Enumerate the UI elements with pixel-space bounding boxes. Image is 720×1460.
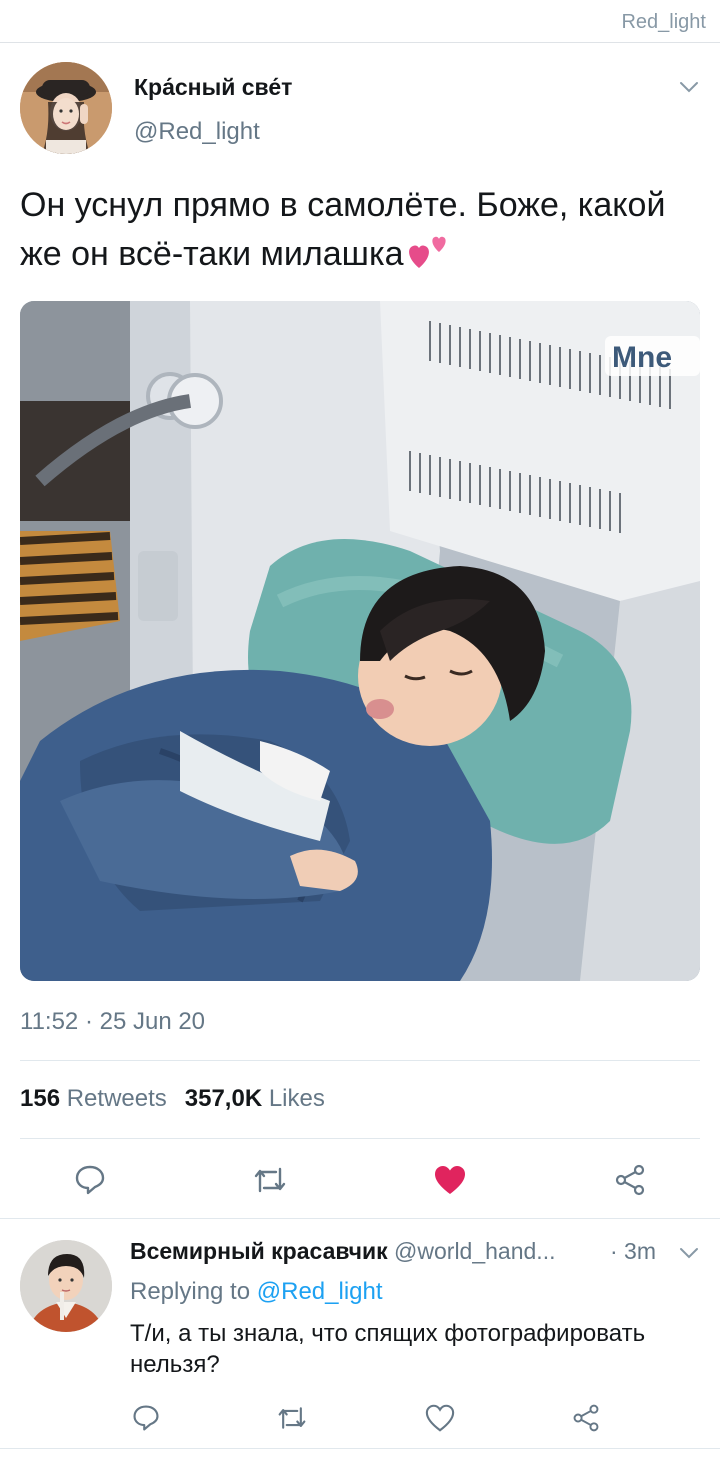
reply-text: Т/и, а ты знала, что спящих фотографиров… [130,1320,646,1378]
chevron-down-icon[interactable] [678,76,700,98]
share-icon[interactable] [610,1160,650,1200]
tweet-timestamp[interactable]: 11:52 · 25 Jun 20 [20,1008,205,1036]
author-handle[interactable]: @Red_light [134,118,260,146]
heart-icon[interactable] [430,1160,470,1200]
two-hearts-icon [405,228,453,284]
top-bar: Red_light [0,0,720,43]
retweets-label: Retweets [66,1085,167,1112]
reply-icon[interactable] [126,1398,166,1438]
tweet-text: Он уснул прямо в самолёте. Боже, какой ж… [20,182,680,284]
reply-action-bar [0,1398,720,1438]
chevron-down-icon[interactable] [678,1242,700,1264]
retweets-stat[interactable]: 156 Retweets [20,1085,167,1112]
replying-to-mention[interactable]: @Red_light [257,1278,383,1305]
tweet-media-image[interactable]: Mne [20,301,700,981]
likes-label: Likes [268,1085,325,1112]
divider [20,1138,700,1139]
divider [0,1218,720,1219]
author-name[interactable]: Кра́сный све́т [134,74,292,101]
reply-author-handle[interactable]: @world_hand... [394,1238,555,1264]
tweet-action-bar [0,1156,720,1204]
replying-prefix: Replying to [130,1278,251,1305]
tweet-text-body: Он уснул прямо в самолёте. Боже, какой ж… [20,186,666,273]
likes-count: 357,0K [184,1085,263,1112]
tweet-stats: 156 Retweets 357,0K Likes [20,1085,325,1113]
top-bar-handle: Red_light [621,11,706,33]
reply-time[interactable]: · 3m [610,1238,656,1265]
divider [0,1448,720,1449]
reply-icon[interactable] [70,1160,110,1200]
replying-to-line: Replying to @Red_light [130,1278,383,1306]
retweet-icon[interactable] [250,1160,290,1200]
reply-header: Всемирный красавчик @world_hand... [130,1238,670,1270]
retweets-count: 156 [20,1085,61,1112]
reply-avatar[interactable] [20,1240,112,1332]
likes-stat[interactable]: 357,0K Likes [185,1085,325,1112]
avatar[interactable] [20,62,112,154]
heart-icon[interactable] [420,1398,460,1438]
reply-author-name[interactable]: Всемирный красавчик [130,1238,388,1264]
retweet-icon[interactable] [272,1398,312,1438]
share-icon[interactable] [566,1398,606,1438]
divider [20,1060,700,1061]
media-watermark: Mne [612,341,672,374]
